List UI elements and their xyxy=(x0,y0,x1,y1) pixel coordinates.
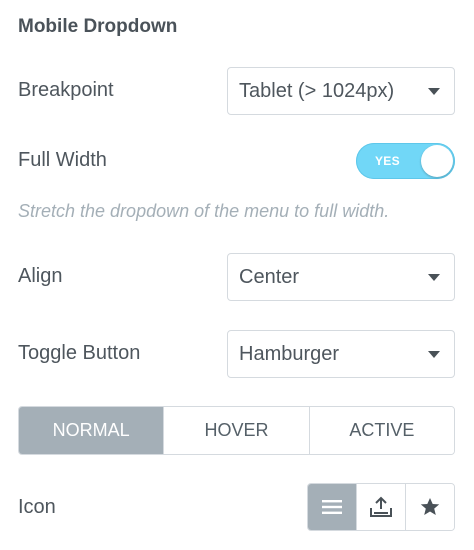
chevron-down-icon xyxy=(428,88,440,95)
toggle-state-text: YES xyxy=(375,154,400,168)
full-width-toggle[interactable]: YES xyxy=(356,143,455,179)
toggle-knob xyxy=(421,145,453,177)
toggle-button-select[interactable]: Hamburger xyxy=(227,330,455,378)
icon-option-star[interactable] xyxy=(405,484,454,530)
tab-active[interactable]: ACTIVE xyxy=(308,407,454,454)
tab-normal[interactable]: NORMAL xyxy=(19,407,164,454)
breakpoint-select[interactable]: Tablet (> 1024px) xyxy=(227,67,455,115)
align-select[interactable]: Center xyxy=(227,253,455,301)
breakpoint-label: Breakpoint xyxy=(18,79,114,101)
full-width-label: Full Width xyxy=(18,149,107,171)
tab-hover[interactable]: HOVER xyxy=(163,407,309,454)
align-select-value: Center xyxy=(239,265,300,288)
icon-choice-group xyxy=(307,483,455,531)
toggle-button-label: Toggle Button xyxy=(18,342,141,364)
chevron-down-icon xyxy=(428,274,440,281)
full-width-description: Stretch the dropdown of the menu to full… xyxy=(18,201,390,221)
icon-option-upload[interactable] xyxy=(356,484,405,530)
upload-icon xyxy=(370,496,392,517)
breakpoint-select-value: Tablet (> 1024px) xyxy=(239,79,395,102)
section-title: Mobile Dropdown xyxy=(18,16,178,37)
icon-label: Icon xyxy=(18,496,56,518)
hamburger-icon xyxy=(322,500,342,514)
icon-option-hamburger[interactable] xyxy=(308,484,356,530)
state-tabs: NORMAL HOVER ACTIVE xyxy=(18,406,455,455)
star-icon xyxy=(420,498,440,515)
chevron-down-icon xyxy=(428,351,440,358)
align-label: Align xyxy=(18,265,63,287)
toggle-button-select-value: Hamburger xyxy=(239,342,340,365)
